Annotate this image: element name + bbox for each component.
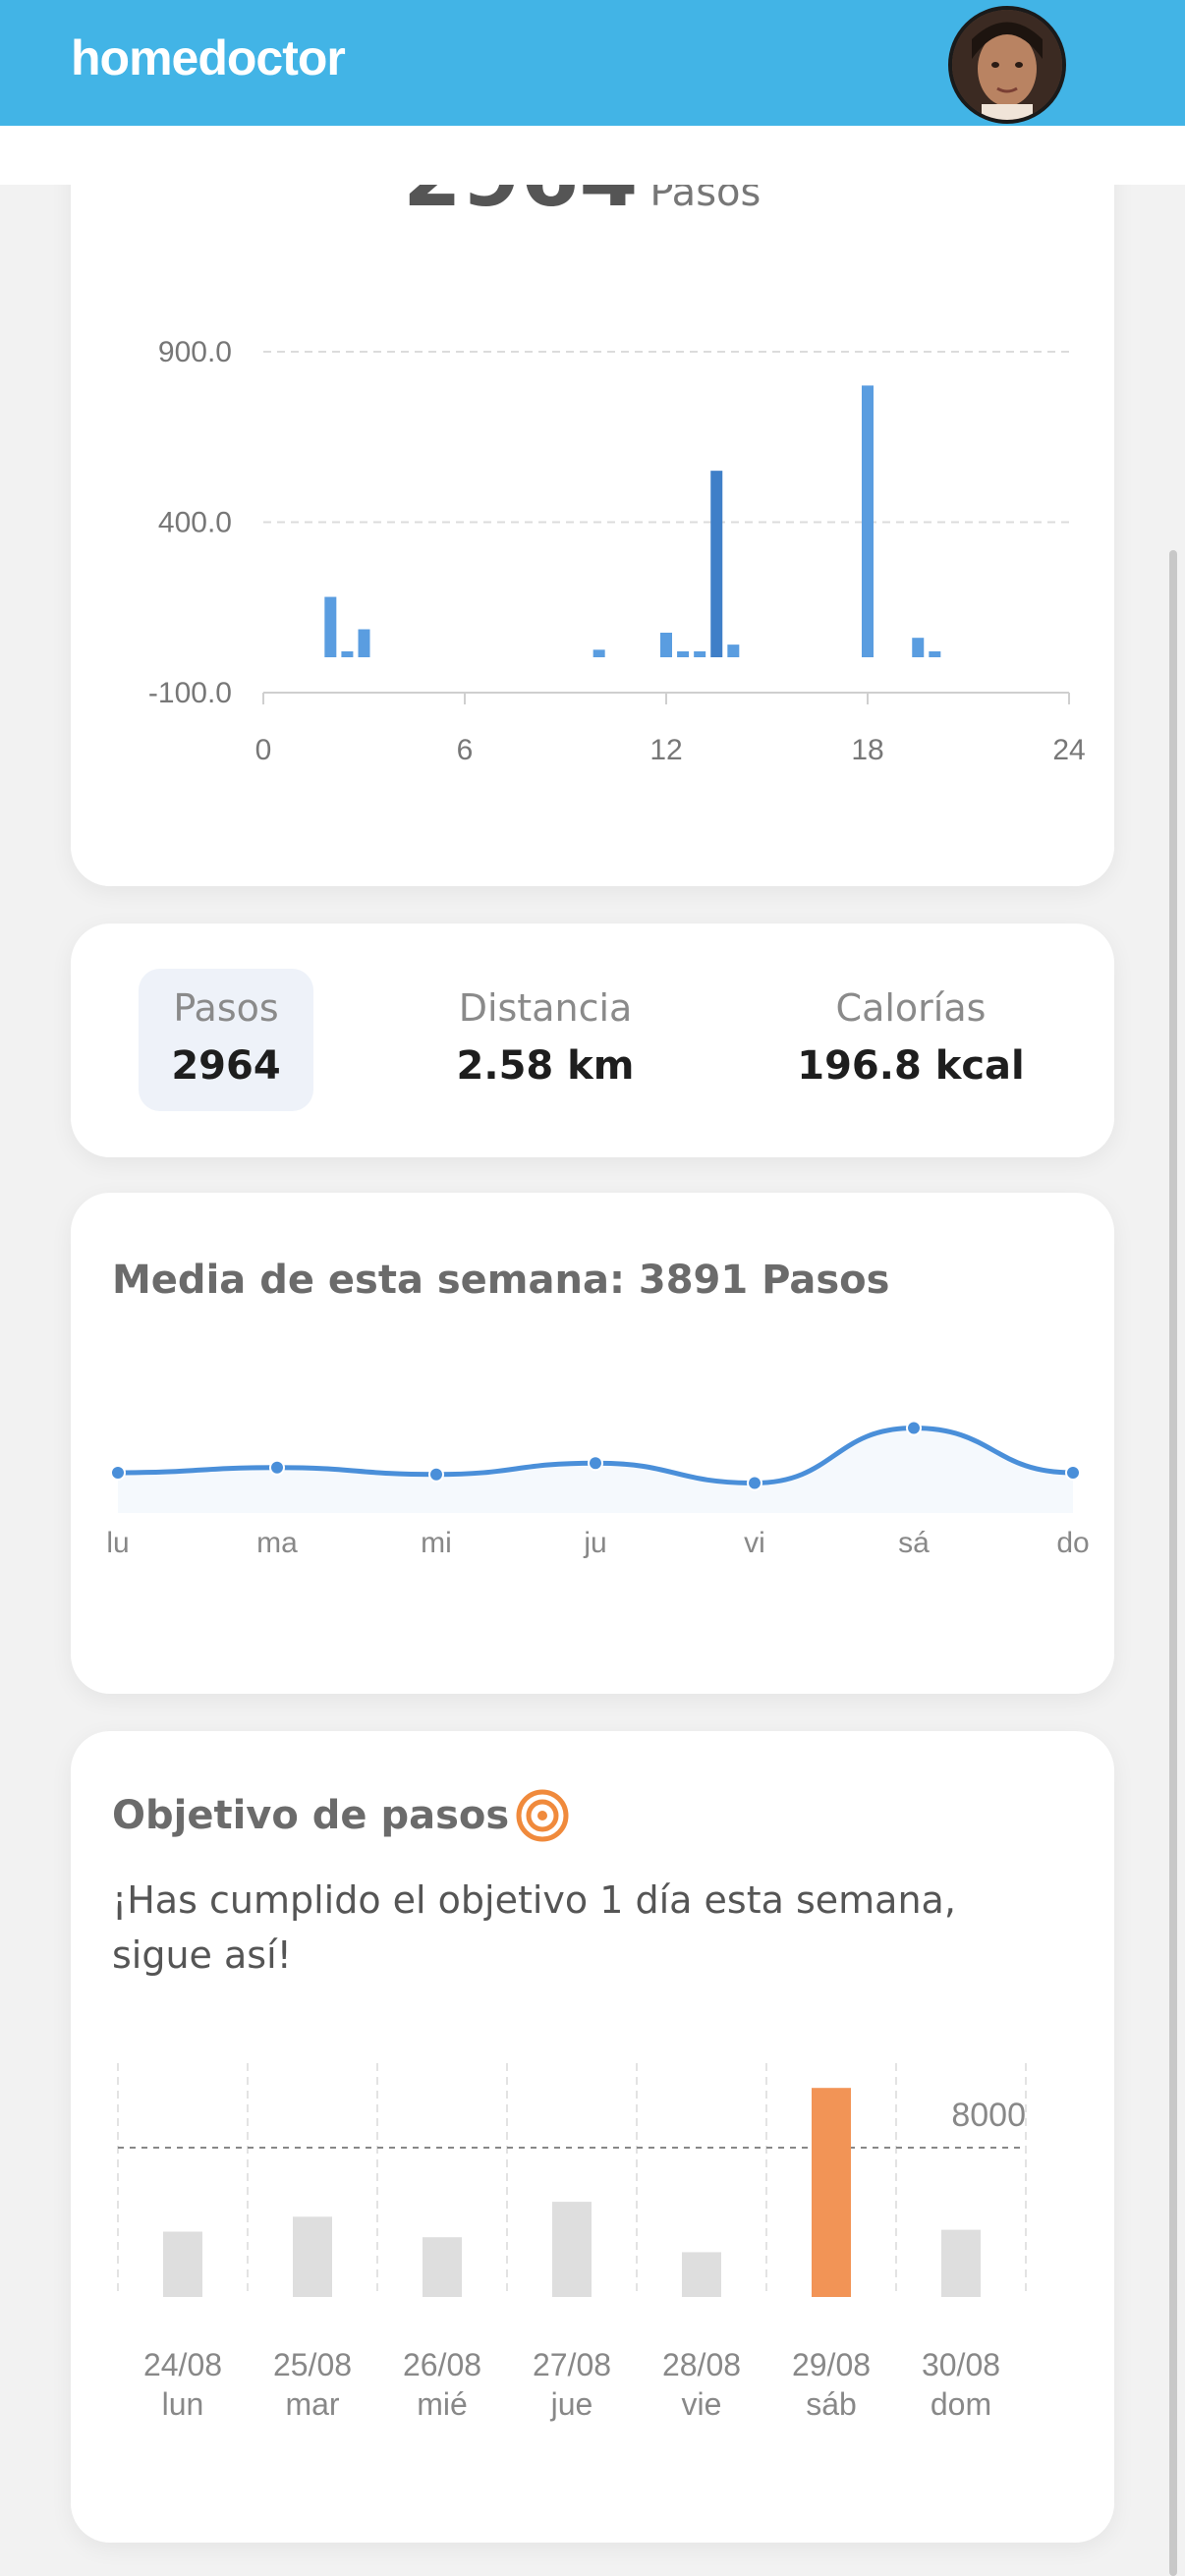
hourly-bar <box>710 471 723 657</box>
hourly-bar <box>592 649 605 657</box>
steps-goal-chart: 8000 24/08 lun 25/08 mar 26/08 mié 27/08 jue 28/0… <box>117 2063 1027 2422</box>
stat-distance-label: Distancia <box>458 986 633 1030</box>
goal-day-bar <box>552 2202 592 2297</box>
goal-day-bar <box>812 2088 851 2297</box>
stat-calories[interactable]: Calorías 196.8 kcal <box>786 969 1036 1111</box>
hourly-bar <box>341 651 354 657</box>
y-tick-label: 900.0 <box>158 336 232 368</box>
goal-day-label: jue <box>550 2386 593 2422</box>
weekly-average-chart: lu ma mi ju vi sá do <box>106 1420 1090 1559</box>
stat-calories-label: Calorías <box>835 986 987 1030</box>
user-avatar-icon[interactable] <box>948 6 1066 124</box>
weekly-point <box>906 1420 922 1436</box>
weekly-day-label: ma <box>256 1527 298 1559</box>
goal-date-label: 25/08 <box>273 2347 352 2382</box>
goal-date-label: 26/08 <box>403 2347 481 2382</box>
steps-goal-message: ¡Has cumplido el objetivo 1 día esta sem… <box>112 1878 956 1977</box>
goal-day-label: vie <box>682 2386 722 2422</box>
hourly-steps-chart: -100.0 400.0 900.0 0 6 12 18 24 <box>148 336 1086 766</box>
stat-steps[interactable]: Pasos 2964 <box>139 969 313 1111</box>
hourly-bar <box>677 651 690 657</box>
goal-date-label: 29/08 <box>792 2347 871 2382</box>
hourly-bar <box>694 651 706 657</box>
scrollbar[interactable] <box>1169 550 1177 2576</box>
goal-day-label: mié <box>417 2386 468 2422</box>
y-tick-label: 400.0 <box>158 507 232 539</box>
goal-day-bar <box>682 2252 721 2297</box>
hourly-bar <box>358 629 370 657</box>
stat-calories-value: 196.8 kcal <box>797 1043 1025 1089</box>
goal-day-bar <box>293 2216 332 2297</box>
goal-day-label: sáb <box>806 2386 857 2422</box>
hourly-bar <box>660 632 672 657</box>
goal-day-bar <box>941 2229 981 2297</box>
hourly-bar <box>862 385 874 657</box>
hourly-bar <box>727 644 740 657</box>
weekly-day-label: lu <box>106 1527 129 1559</box>
goal-day-label: mar <box>285 2386 339 2422</box>
hourly-bar <box>324 596 337 657</box>
weekly-point <box>747 1475 762 1491</box>
weekly-point <box>1065 1465 1081 1481</box>
weekly-day-label: sá <box>898 1527 930 1559</box>
x-tick-label: 24 <box>1052 734 1085 766</box>
app-logo[interactable]: homedoctor <box>71 29 346 86</box>
stat-distance-value: 2.58 km <box>456 1043 635 1089</box>
y-tick-label: -100.0 <box>148 677 232 709</box>
weekly-point <box>588 1455 603 1472</box>
stat-distance[interactable]: Distancia 2.58 km <box>423 969 668 1111</box>
x-tick-label: 0 <box>255 734 272 766</box>
steps-goal-title: Objetivo de pasos <box>112 1788 570 1843</box>
stat-steps-value: 2964 <box>171 1043 281 1089</box>
x-tick-label: 6 <box>457 734 474 766</box>
goal-day-bar <box>423 2237 462 2297</box>
goal-day-bar <box>163 2231 202 2297</box>
weekly-point <box>269 1459 285 1476</box>
steps-goal-title-text: Objetivo de pasos <box>112 1793 510 1838</box>
goal-date-label: 27/08 <box>533 2347 611 2382</box>
goal-day-label: dom <box>931 2386 991 2422</box>
goal-date-label: 24/08 <box>143 2347 222 2382</box>
x-tick-label: 18 <box>851 734 883 766</box>
weekly-point <box>428 1466 444 1483</box>
x-tick-label: 12 <box>649 734 682 766</box>
weekly-point <box>110 1465 126 1481</box>
weekly-day-label: vi <box>744 1527 765 1559</box>
goal-day-label: lun <box>162 2386 204 2422</box>
goal-value-label: 8000 <box>951 2097 1026 2134</box>
weekly-day-label: mi <box>421 1527 452 1559</box>
app-header: homedoctor <box>0 0 1185 126</box>
target-icon <box>515 1788 570 1843</box>
sub-header <box>0 126 1185 185</box>
stat-steps-label: Pasos <box>173 986 279 1030</box>
weekly-average-title: Media de esta semana: 3891 Pasos <box>112 1258 890 1303</box>
goal-date-label: 28/08 <box>662 2347 741 2382</box>
hourly-bar <box>912 638 925 657</box>
hourly-bar <box>929 651 941 657</box>
goal-date-label: 30/08 <box>922 2347 1000 2382</box>
weekly-day-label: do <box>1056 1527 1089 1559</box>
weekly-day-label: ju <box>583 1527 606 1559</box>
